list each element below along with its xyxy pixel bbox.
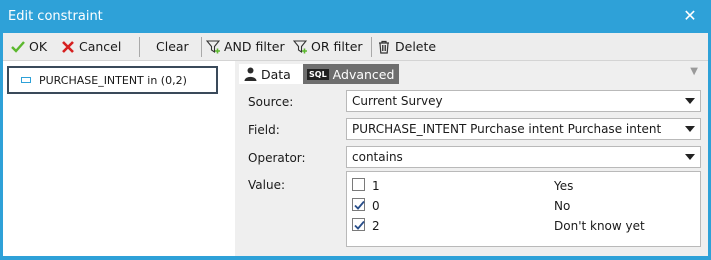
value-label-text: Yes <box>554 179 574 193</box>
x-icon <box>62 41 74 53</box>
source-select[interactable]: Current Survey <box>346 90 701 112</box>
operator-select[interactable]: contains <box>346 146 701 168</box>
value-code: 2 <box>372 219 380 233</box>
clear-button[interactable]: Clear <box>156 33 189 61</box>
chevron-down-icon <box>685 98 695 104</box>
cancel-label: Cancel <box>79 39 122 54</box>
list-item[interactable]: 2 Don't know yet <box>347 216 700 236</box>
value-label-text: Don't know yet <box>554 219 645 233</box>
cancel-button[interactable]: Cancel <box>61 33 121 61</box>
value-label-text: No <box>554 199 571 213</box>
tree-item-constraint[interactable]: PURCHASE_INTENT in (0,2) <box>7 66 218 94</box>
checkmark-icon <box>354 200 365 210</box>
chevron-down-icon <box>685 154 695 160</box>
source-value: Current Survey <box>352 94 443 108</box>
edit-constraint-dialog: Edit constraint ✕ OK Cancel Clear AND fi… <box>0 0 711 260</box>
checkmark-icon <box>11 41 25 53</box>
filter-add-icon <box>293 40 307 54</box>
field-label: Field: <box>248 123 280 137</box>
content-area: PURCHASE_INTENT in (0,2) Data SQL Advanc… <box>3 61 708 256</box>
checkmark-icon <box>354 220 365 230</box>
or-filter-button[interactable]: OR filter <box>293 33 363 61</box>
and-filter-label: AND filter <box>224 39 285 54</box>
chevron-down-icon <box>685 126 695 132</box>
source-row: Source: Current Survey <box>235 90 708 114</box>
filter-add-icon <box>206 40 220 54</box>
tab-advanced-label: Advanced <box>332 66 395 82</box>
delete-button[interactable]: Delete <box>377 33 436 61</box>
ok-button[interactable]: OK <box>11 33 47 61</box>
clear-label: Clear <box>156 39 189 54</box>
value-code: 1 <box>372 179 380 193</box>
or-filter-label: OR filter <box>311 39 363 54</box>
list-item[interactable]: 1 Yes <box>347 176 700 196</box>
field-value: PURCHASE_INTENT Purchase intent Purchase… <box>352 122 662 136</box>
delete-label: Delete <box>395 39 437 54</box>
field-select[interactable]: PURCHASE_INTENT Purchase intent Purchase… <box>346 118 701 140</box>
node-icon <box>21 77 31 83</box>
field-row: Field: PURCHASE_INTENT Purchase intent P… <box>235 118 708 142</box>
value-code: 0 <box>372 199 380 213</box>
checkbox[interactable] <box>352 198 365 211</box>
checkbox[interactable] <box>352 178 365 191</box>
list-item[interactable]: 0 No <box>347 196 700 216</box>
tab-menu-icon[interactable]: ▼ <box>690 66 698 77</box>
source-label: Source: <box>248 95 294 109</box>
ok-label: OK <box>29 39 48 54</box>
value-label: Value: <box>248 178 285 192</box>
tab-data[interactable]: Data <box>239 64 303 84</box>
toolbar-divider <box>201 37 202 57</box>
tab-advanced[interactable]: SQL Advanced <box>303 64 399 84</box>
dialog-title: Edit constraint <box>8 9 103 24</box>
toolbar-divider <box>139 37 140 57</box>
tab-strip: Data SQL Advanced ▼ <box>235 64 708 84</box>
and-filter-button[interactable]: AND filter <box>206 33 285 61</box>
close-icon[interactable]: ✕ <box>679 5 701 27</box>
operator-row: Operator: contains <box>235 146 708 170</box>
toolbar: OK Cancel Clear AND filter OR filter Del… <box>3 33 708 61</box>
value-list: 1 Yes 0 No 2 Don't know yet <box>346 171 701 247</box>
constraint-editor: Data SQL Advanced ▼ Source: Current Surv… <box>235 61 708 256</box>
sql-icon: SQL <box>307 68 329 80</box>
title-bar: Edit constraint ✕ <box>0 0 711 33</box>
checkbox[interactable] <box>352 218 365 231</box>
toolbar-divider <box>371 37 372 57</box>
constraint-tree: PURCHASE_INTENT in (0,2) <box>3 61 235 256</box>
operator-value: contains <box>352 150 403 164</box>
trash-icon <box>379 40 389 54</box>
user-icon <box>244 67 257 81</box>
tree-item-label: PURCHASE_INTENT in (0,2) <box>39 73 187 87</box>
operator-label: Operator: <box>248 151 306 165</box>
tab-data-label: Data <box>261 66 291 82</box>
